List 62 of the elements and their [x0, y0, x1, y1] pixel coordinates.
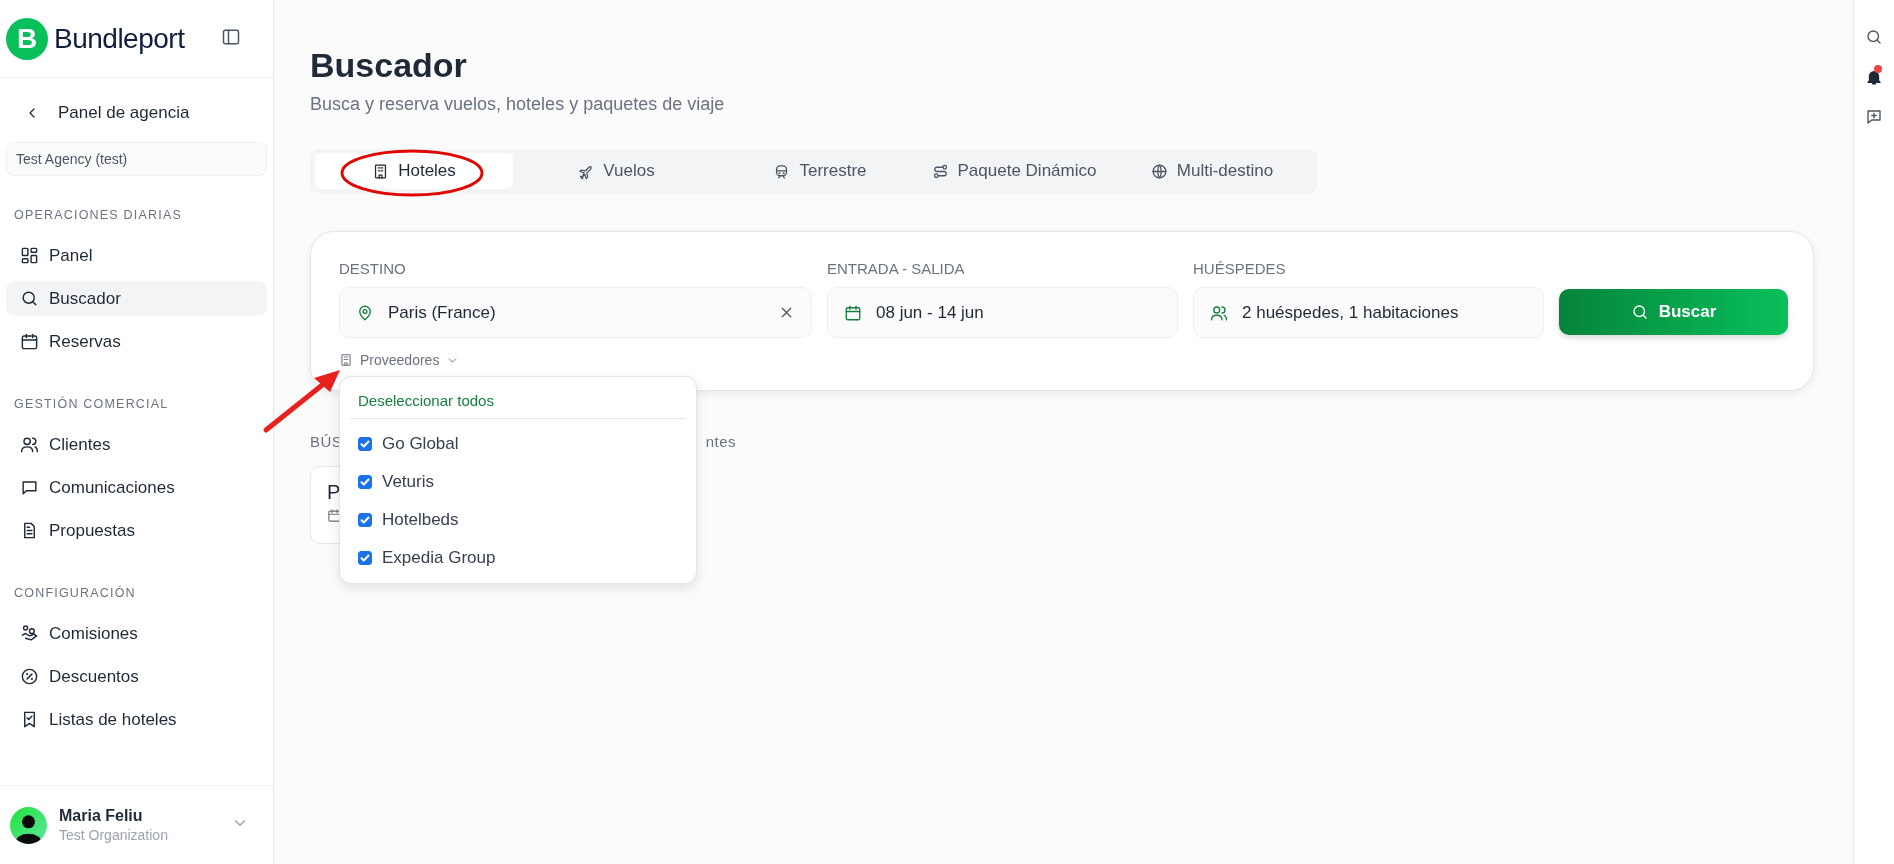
provider-option[interactable]: Go Global [350, 425, 686, 463]
sidebar-item[interactable]: Reservas [6, 324, 267, 359]
providers-dropdown[interactable]: Proveedores [339, 352, 460, 368]
guests-field[interactable]: 2 huéspedes, 1 habitaciones [1193, 287, 1544, 338]
percent-badge-icon [20, 667, 39, 686]
avatar [10, 806, 47, 844]
search-tab[interactable]: Terrestre [719, 153, 921, 189]
chat-bubble-icon [20, 478, 39, 497]
route-icon [931, 162, 949, 180]
globe-icon [1150, 162, 1168, 180]
brand-name: Bundleport [54, 22, 185, 55]
search-icon [1630, 303, 1649, 321]
checkbox[interactable] [358, 475, 372, 489]
sidebar-item[interactable]: Descuentos [6, 659, 267, 694]
checkbox[interactable] [358, 437, 372, 451]
provider-option[interactable]: Expedia Group [350, 539, 686, 577]
calendar-icon [20, 332, 39, 351]
search-icon [20, 289, 39, 308]
provider-option[interactable]: Veturis [350, 463, 686, 501]
calendar-icon [844, 303, 862, 322]
search-tab[interactable]: Vuelos [516, 153, 716, 189]
destination-field[interactable]: Paris (France) [339, 287, 812, 338]
users-icon [20, 435, 39, 454]
users-icon [1210, 303, 1228, 322]
sidebar-item[interactable]: Comisiones [6, 616, 267, 651]
sidebar-item[interactable]: Panel [6, 238, 267, 273]
sidebar-item[interactable]: Listas de hoteles [6, 702, 267, 737]
search-icon [1865, 28, 1883, 46]
page-title: Buscador [310, 45, 468, 86]
sidebar-item[interactable]: Comunicaciones [6, 470, 267, 505]
bell-icon [1865, 68, 1883, 86]
calendar-icon [327, 508, 342, 523]
section-heading: OPERACIONES DIARIAS [13, 208, 183, 222]
section-heading: GESTIÓN COMERCIAL [13, 397, 170, 411]
section-heading: CONFIGURACIÓN [13, 586, 137, 600]
back-link[interactable]: Panel de agencia [0, 98, 214, 128]
building-icon [339, 353, 353, 367]
field-label: DESTINO [339, 260, 407, 277]
organization-name: Test Organization [59, 827, 168, 843]
deselect-all-link[interactable]: Deseleccionar todos [350, 387, 502, 418]
sidebar-item[interactable]: Clientes [6, 427, 267, 462]
search-tab[interactable]: Paquete Dinámico [924, 153, 1104, 189]
hand-coins-icon [20, 624, 39, 643]
search-tab[interactable]: Hoteles [315, 153, 513, 189]
grid-icon [20, 246, 39, 265]
sidebar-item[interactable]: Propuestas [6, 513, 267, 548]
provider-option[interactable]: Hotelbeds [350, 501, 686, 539]
field-label: ENTRADA - SALIDA [827, 260, 966, 277]
search-tab[interactable]: Multi-destino [1107, 153, 1317, 189]
page-subtitle: Busca y reserva vuelos, hoteles y paquetes de viaje [310, 94, 726, 115]
checkbox[interactable] [358, 513, 372, 527]
sidebar-item[interactable]: Buscador [6, 281, 267, 316]
date-range-field[interactable]: 08 jun - 14 jun [827, 287, 1178, 338]
checkbox[interactable] [358, 551, 372, 565]
brand-logo: B [6, 17, 48, 60]
agency-selector[interactable]: Test Agency (test) [6, 142, 267, 176]
user-name: Maria Feliu [59, 807, 144, 825]
section-heading: ntes [705, 433, 736, 450]
add-comment-icon [1865, 108, 1883, 126]
location-pin-icon [356, 303, 374, 322]
field-label: HUÉSPEDES [1193, 260, 1287, 277]
card-title: P [327, 481, 341, 504]
